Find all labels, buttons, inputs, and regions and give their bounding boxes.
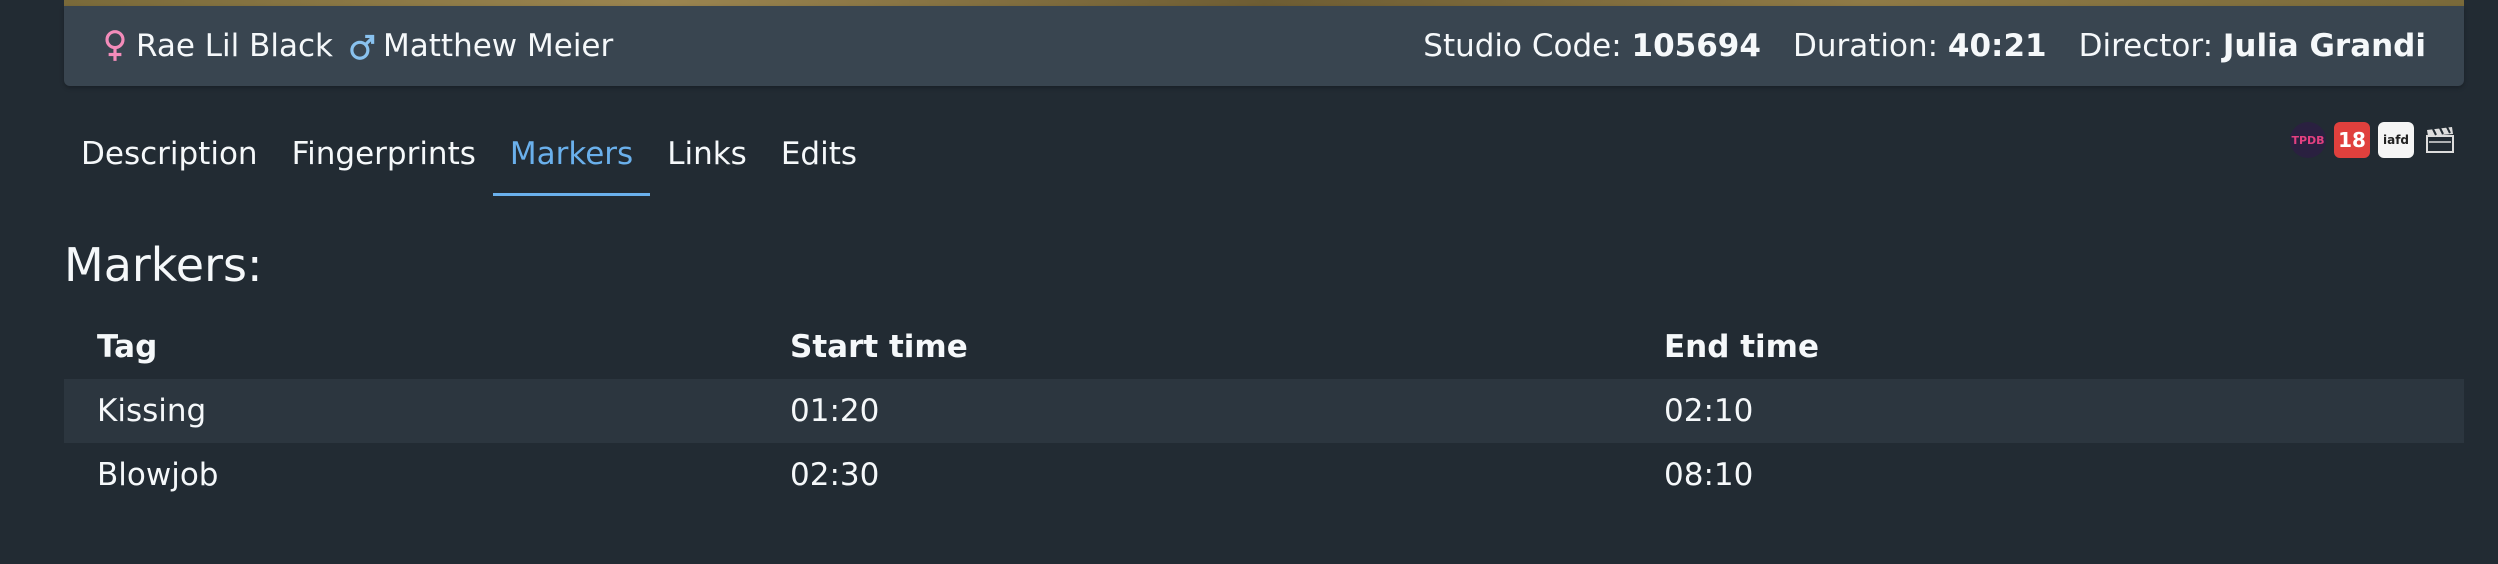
- duration-label: Duration:: [1792, 28, 1939, 64]
- scene-meta: Studio Code: 105694 Duration: 40:21 Dire…: [1391, 6, 2426, 86]
- marker-tag: Kissing: [97, 393, 207, 429]
- markers-table: Tag Start time End time Kissing 01:20 02…: [64, 315, 2464, 507]
- table-row: Blowjob 02:30 08:10: [64, 443, 2464, 507]
- iafd-icon[interactable]: iafd: [2378, 122, 2414, 158]
- column-header-start-time: Start time: [790, 329, 968, 365]
- tab-fingerprints[interactable]: Fingerprints: [275, 112, 493, 196]
- scene-info-bar: Rae Lil Black Matthew Meier Studio Code:…: [64, 6, 2464, 86]
- r18-icon[interactable]: 18: [2334, 122, 2370, 158]
- clapperboard-icon[interactable]: [2422, 122, 2458, 158]
- duration-value: 40:21: [1947, 28, 2047, 64]
- male-icon: [350, 34, 375, 60]
- tab-markers[interactable]: Markers: [492, 112, 651, 196]
- scene-tabs: Description Fingerprints Markers Links E…: [64, 112, 874, 196]
- duration: Duration: 40:21: [1793, 28, 2047, 64]
- column-header-tag: Tag: [97, 329, 158, 365]
- director-label: Director:: [2078, 28, 2214, 64]
- marker-start-time: 02:30: [790, 457, 880, 493]
- studio-code-value: 105694: [1631, 28, 1761, 64]
- tpdb-icon[interactable]: TPDB: [2290, 122, 2326, 158]
- tab-links[interactable]: Links: [650, 112, 764, 196]
- clapperboard-glyph: [2426, 126, 2454, 153]
- markers-heading: Markers:: [64, 238, 263, 292]
- marker-end-time: 08:10: [1664, 457, 1754, 493]
- tab-description[interactable]: Description: [64, 112, 275, 196]
- marker-tag: Blowjob: [97, 457, 219, 493]
- external-links: TPDB 18 iafd: [2282, 122, 2458, 158]
- performer-name: Rae Lil Black: [136, 28, 334, 64]
- performer-link[interactable]: Matthew Meier: [349, 28, 613, 64]
- performer-list: Rae Lil Black Matthew Meier: [102, 6, 629, 86]
- table-row: Kissing 01:20 02:10: [64, 379, 2464, 443]
- table-header-row: Tag Start time End time: [64, 315, 2464, 379]
- performer-name: Matthew Meier: [383, 28, 614, 64]
- director-value: Julia Grandi: [2222, 28, 2426, 64]
- performer-link[interactable]: Rae Lil Black: [102, 28, 333, 64]
- studio-code-label: Studio Code:: [1423, 28, 1622, 64]
- column-header-end-time: End time: [1664, 329, 1819, 365]
- tab-edits[interactable]: Edits: [764, 112, 874, 196]
- studio-code: Studio Code: 105694: [1423, 28, 1761, 64]
- director: Director: Julia Grandi: [2079, 28, 2426, 64]
- marker-end-time: 02:10: [1664, 393, 1754, 429]
- female-icon: [105, 30, 125, 61]
- marker-start-time: 01:20: [790, 393, 880, 429]
